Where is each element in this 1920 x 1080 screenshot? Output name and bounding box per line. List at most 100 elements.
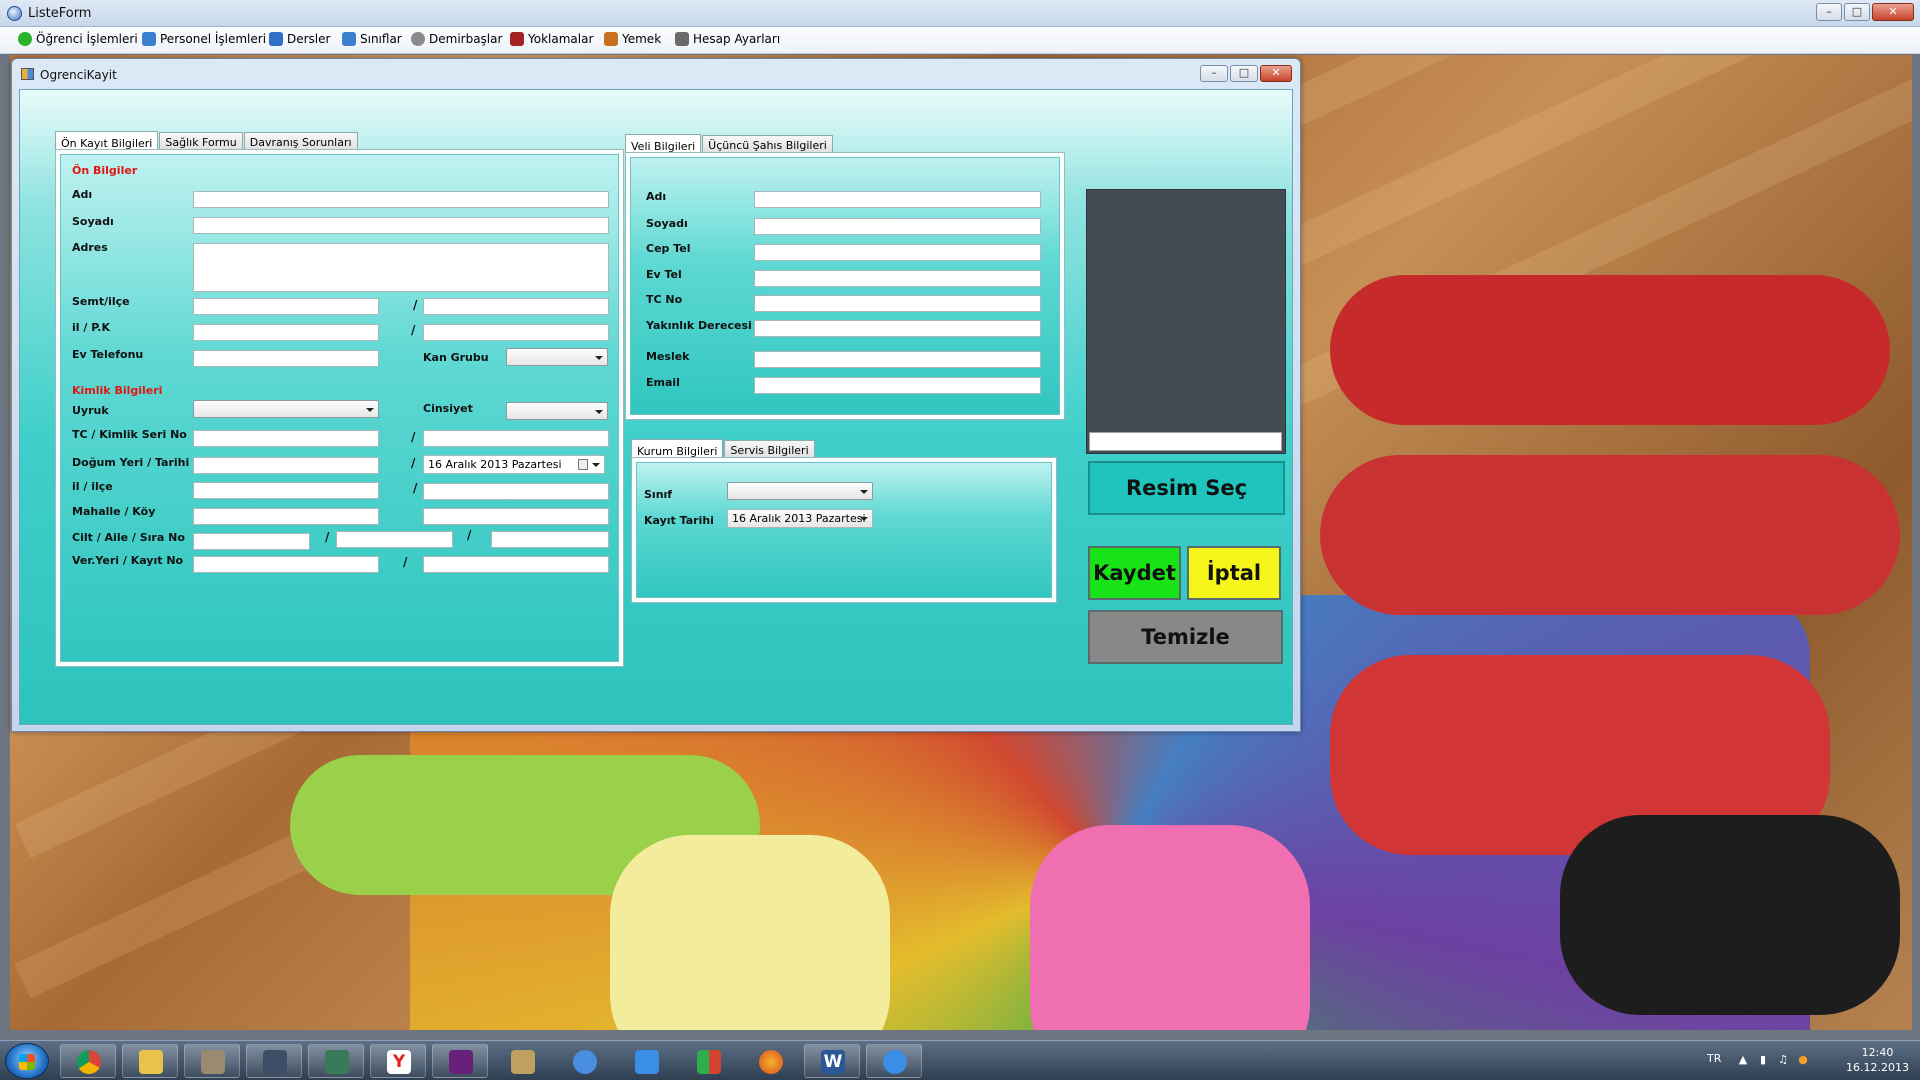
menu-yoklamalar[interactable]: Yoklamalar — [510, 32, 593, 46]
child-title-bar: OgrenciKayit – □ ✕ — [12, 59, 1300, 89]
taskbar-visual-studio[interactable] — [432, 1044, 488, 1078]
menu-siniflar[interactable]: Sınıflar — [342, 32, 402, 46]
email-input[interactable] — [754, 377, 1041, 394]
photo-path-input[interactable] — [1089, 432, 1282, 451]
ilce-input-2[interactable] — [423, 483, 609, 500]
taskbar-transfer[interactable] — [680, 1044, 736, 1078]
slash: / — [403, 555, 408, 569]
kimlik-seri-input[interactable] — [423, 430, 609, 447]
kaydet-button[interactable]: Kaydet — [1088, 546, 1181, 600]
dogum-yeri-input[interactable] — [193, 457, 379, 474]
ver-yeri-input[interactable] — [193, 556, 379, 573]
menu-hesap-ayarlari[interactable]: Hesap Ayarları — [675, 32, 780, 46]
lessons-icon — [269, 32, 283, 46]
cilt-input[interactable] — [193, 533, 310, 550]
child-close-button[interactable]: ✕ — [1260, 65, 1292, 82]
semt-input[interactable] — [193, 298, 379, 315]
veli-soyadi-input[interactable] — [754, 218, 1041, 235]
ev-telefonu-input[interactable] — [193, 350, 379, 367]
fixtures-icon — [411, 32, 425, 46]
kayit-no-input[interactable] — [423, 556, 609, 573]
koy-input[interactable] — [423, 508, 609, 525]
adi-input[interactable] — [193, 191, 609, 208]
maximize-button[interactable]: □ — [1844, 3, 1870, 21]
chevron-down-icon — [595, 410, 603, 414]
taskbar-media[interactable] — [246, 1044, 302, 1078]
veli-adi-input[interactable] — [754, 191, 1041, 208]
cep-tel-input[interactable] — [754, 244, 1041, 261]
temizle-button[interactable]: Temizle — [1088, 610, 1283, 664]
taskbar-chrome[interactable] — [60, 1044, 116, 1078]
child-maximize-button[interactable]: □ — [1230, 65, 1258, 82]
explorer-folder-icon — [139, 1050, 163, 1074]
menu-yemek[interactable]: Yemek — [604, 32, 661, 46]
taskbar-outlook[interactable] — [556, 1044, 612, 1078]
child-window-controls: – □ ✕ — [1200, 65, 1292, 82]
taskbar-word[interactable]: W — [804, 1044, 860, 1078]
label-il-pk: il / P.K — [72, 321, 110, 334]
taskbar-download[interactable] — [866, 1044, 922, 1078]
sinif-select[interactable] — [727, 482, 873, 500]
yandex-icon: Y — [387, 1050, 411, 1074]
mahalle-input[interactable] — [193, 508, 379, 525]
iptal-button[interactable]: İptal — [1187, 546, 1281, 600]
tc-input[interactable] — [193, 430, 379, 447]
taskbar-app[interactable] — [308, 1044, 364, 1078]
menu-demirbaslar[interactable]: Demirbaşlar — [411, 32, 502, 46]
title-bar: ListeForm – □ ✕ — [0, 0, 1920, 27]
label-cep-tel: Cep Tel — [646, 242, 691, 255]
start-button[interactable] — [5, 1043, 49, 1079]
menu-label: Dersler — [287, 32, 331, 46]
clock[interactable]: 12:40 16.12.2013 — [1846, 1045, 1909, 1075]
yakinlik-input[interactable] — [754, 320, 1041, 337]
ilce-input[interactable] — [423, 298, 609, 315]
show-hidden-icons[interactable]: ▲ — [1737, 1054, 1749, 1066]
menu-personel-islemleri[interactable]: Personel İşlemleri — [142, 32, 266, 46]
label-kan-grubu: Kan Grubu — [423, 351, 489, 364]
il-input[interactable] — [193, 324, 379, 341]
meslek-input[interactable] — [754, 351, 1041, 368]
taskbar-yandex[interactable]: Y — [370, 1044, 426, 1078]
kurum-panel — [631, 457, 1057, 603]
menu-dersler[interactable]: Dersler — [269, 32, 330, 46]
notification-icon[interactable]: ● — [1797, 1054, 1809, 1066]
language-indicator[interactable]: TR — [1707, 1052, 1721, 1065]
ogrenci-kayit-window: OgrenciKayit – □ ✕ Ön Kayıt Bilgileri Sa… — [11, 58, 1301, 732]
menu-ogrenci-islemleri[interactable]: Öğrenci İşlemleri — [18, 32, 138, 46]
dogum-tarihi-picker[interactable]: 16 Aralık 2013 Pazartesi — [423, 455, 605, 474]
taskbar-firefox[interactable] — [742, 1044, 798, 1078]
tc-no-input[interactable] — [754, 295, 1041, 312]
menu-bar: Öğrenci İşlemleri Personel İşlemleri Der… — [0, 27, 1920, 54]
kayit-tarihi-picker[interactable]: 16 Aralık 2013 Pazartesi — [727, 509, 873, 528]
chevron-down-icon — [366, 408, 374, 412]
label-ver-yeri: Ver.Yeri / Kayıt No — [72, 554, 184, 567]
child-minimize-button[interactable]: – — [1200, 65, 1228, 82]
il-ilce-input[interactable] — [193, 482, 379, 499]
kan-grubu-select[interactable] — [506, 348, 608, 366]
network-icon[interactable]: ▮ — [1757, 1054, 1769, 1066]
taskbar-books[interactable] — [184, 1044, 240, 1078]
label-soyadi: Soyadı — [72, 215, 114, 228]
sira-input[interactable] — [491, 531, 609, 548]
pk-input[interactable] — [423, 324, 609, 341]
windows-logo-icon — [19, 1054, 35, 1070]
soyadi-input[interactable] — [193, 217, 609, 234]
photo-box — [1086, 189, 1286, 454]
uyruk-select[interactable] — [193, 400, 379, 418]
cinsiyet-select[interactable] — [506, 402, 608, 420]
chevron-down-icon — [860, 517, 868, 521]
volume-icon[interactable]: ♫ — [1777, 1054, 1789, 1066]
adres-input[interactable] — [193, 243, 609, 292]
aile-input[interactable] — [336, 531, 453, 548]
menu-label: Yoklamalar — [528, 32, 594, 46]
close-button[interactable]: ✕ — [1872, 3, 1914, 21]
resim-sec-button[interactable]: Resim Seç — [1088, 461, 1285, 515]
veli-ev-tel-input[interactable] — [754, 270, 1041, 287]
taskbar-app-store[interactable] — [618, 1044, 674, 1078]
slash: / — [411, 430, 416, 444]
chrome-icon — [77, 1050, 101, 1074]
label-adi: Adı — [72, 188, 93, 201]
minimize-button[interactable]: – — [1816, 3, 1842, 21]
taskbar-explorer[interactable] — [122, 1044, 178, 1078]
taskbar-tools[interactable] — [494, 1044, 550, 1078]
